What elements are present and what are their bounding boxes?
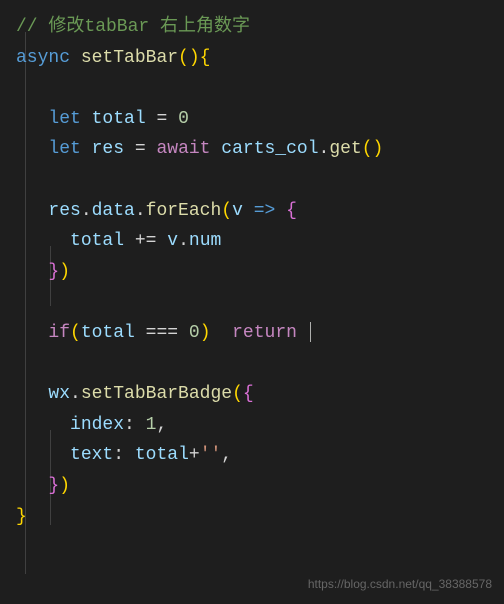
paren: ( — [178, 48, 189, 68]
code-line: if(total === 0) return — [16, 318, 488, 349]
comma: , — [221, 445, 232, 465]
function-name: setTabBar — [81, 48, 178, 68]
var-res: res — [92, 139, 124, 159]
comment: // 修改tabBar 右上角数字 — [16, 17, 250, 37]
arrow: => — [254, 201, 276, 221]
paren: ( — [221, 201, 232, 221]
dot: . — [178, 231, 189, 251]
method-settabbarbadge: setTabBarBadge — [81, 384, 232, 404]
code-line: text: total+'', — [16, 440, 488, 471]
code-line — [16, 287, 488, 318]
var-total: total — [81, 323, 135, 343]
code-line: }) — [16, 257, 488, 288]
cursor-icon — [310, 322, 311, 342]
paren: ( — [70, 323, 81, 343]
method-foreach: forEach — [146, 201, 222, 221]
brace: } — [16, 507, 27, 527]
paren: ) — [189, 48, 200, 68]
paren: ) — [200, 323, 211, 343]
code-line: let total = 0 — [16, 104, 488, 135]
operator: = — [135, 139, 146, 159]
code-line — [16, 349, 488, 380]
var-v: v — [167, 231, 178, 251]
watermark: https://blog.csdn.net/qq_38388578 — [308, 574, 492, 594]
code-line — [16, 73, 488, 104]
keyword-let: let — [48, 109, 80, 129]
var-total: total — [70, 231, 124, 251]
code-line: wx.setTabBarBadge({ — [16, 379, 488, 410]
code-line — [16, 165, 488, 196]
prop-data: data — [92, 201, 135, 221]
param-v: v — [232, 201, 243, 221]
code-line: index: 1, — [16, 410, 488, 441]
colon: : — [113, 445, 124, 465]
code-line: // 修改tabBar 右上角数字 — [16, 12, 488, 43]
paren: ( — [362, 139, 373, 159]
var-carts-col: carts_col — [221, 139, 318, 159]
var-total: total — [92, 109, 146, 129]
brace: } — [48, 476, 59, 496]
code-line: total += v.num — [16, 226, 488, 257]
code-line: res.data.forEach(v => { — [16, 196, 488, 227]
string: '' — [200, 445, 222, 465]
brace: } — [48, 262, 59, 282]
method-get: get — [329, 139, 361, 159]
paren: ( — [232, 384, 243, 404]
comma: , — [156, 415, 167, 435]
operator: === — [146, 323, 178, 343]
paren: ) — [59, 262, 70, 282]
code-line: let res = await carts_col.get() — [16, 134, 488, 165]
operator: + — [189, 445, 200, 465]
keyword-if: if — [48, 323, 70, 343]
code-line: async setTabBar(){ — [16, 43, 488, 74]
var-wx: wx — [48, 384, 70, 404]
keyword-return: return — [232, 323, 297, 343]
operator: += — [135, 231, 157, 251]
brace: { — [243, 384, 254, 404]
number: 0 — [178, 109, 189, 129]
code-line: } — [16, 502, 488, 533]
keyword-let: let — [48, 139, 80, 159]
paren: ) — [373, 139, 384, 159]
number: 1 — [146, 415, 157, 435]
dot: . — [70, 384, 81, 404]
prop-index: index — [70, 415, 124, 435]
dot: . — [81, 201, 92, 221]
keyword-await: await — [156, 139, 210, 159]
brace: { — [200, 48, 211, 68]
operator: = — [156, 109, 167, 129]
brace: { — [286, 201, 297, 221]
dot: . — [319, 139, 330, 159]
number: 0 — [189, 323, 200, 343]
paren: ) — [59, 476, 70, 496]
keyword-async: async — [16, 48, 70, 68]
prop-num: num — [189, 231, 221, 251]
var-total: total — [135, 445, 189, 465]
code-line: }) — [16, 471, 488, 502]
prop-text: text — [70, 445, 113, 465]
colon: : — [124, 415, 135, 435]
var-res: res — [48, 201, 80, 221]
dot: . — [135, 201, 146, 221]
code-editor[interactable]: // 修改tabBar 右上角数字 async setTabBar(){ let… — [16, 12, 488, 532]
